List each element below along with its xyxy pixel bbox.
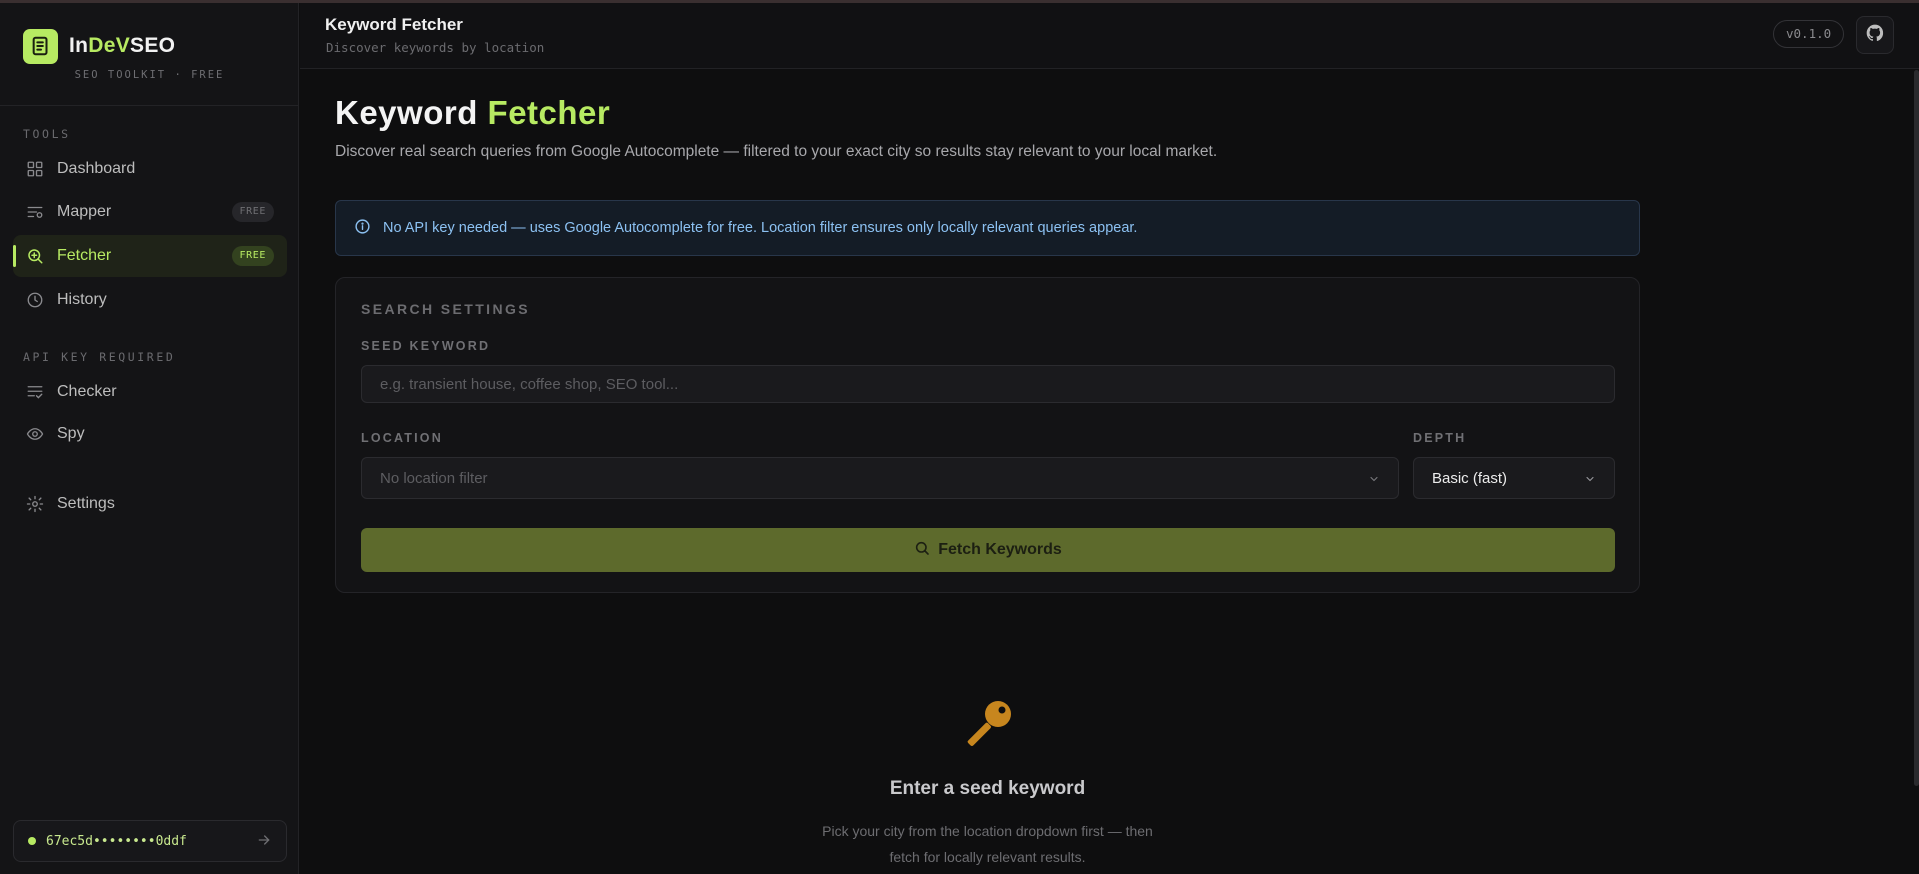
eye-icon — [25, 424, 45, 444]
location-label: LOCATION — [361, 431, 443, 445]
empty-state-description: Pick your city from the location dropdow… — [0, 818, 1919, 870]
empty-state-line: fetch for locally relevant results. — [889, 849, 1086, 865]
fetch-button-label: Fetch Keywords — [938, 541, 1062, 558]
free-badge: FREE — [231, 246, 274, 266]
fetch-keywords-button[interactable]: Fetch Keywords — [361, 528, 1615, 572]
depth-select[interactable]: Basic (fast) — [1413, 457, 1615, 499]
main-content: Keyword Fetcher Discover real search que… — [300, 70, 1919, 874]
location-select[interactable]: No location filter — [361, 457, 1399, 499]
sidebar-item-checker[interactable]: Checker — [13, 371, 287, 413]
scrollbar[interactable] — [1914, 70, 1919, 786]
sidebar-divider — [0, 105, 299, 106]
empty-state-line: Pick your city from the location dropdow… — [822, 823, 1153, 839]
empty-state-title: Enter a seed keyword — [889, 778, 1086, 799]
header-title: Keyword Fetcher — [325, 15, 463, 34]
version-badge: v0.1.0 — [1773, 20, 1845, 48]
info-text: No API key needed — uses Google Autocomp… — [383, 220, 1138, 236]
sidebar-item-label: Spy — [57, 425, 85, 442]
seed-keyword-placeholder: e.g. transient house, coffee shop, SEO t… — [380, 375, 679, 393]
search-icon — [914, 540, 930, 561]
sidebar: InDeVSEO SEO TOOLKIT · FREE TOOLS Dashbo… — [0, 3, 299, 874]
chevron-down-icon — [1584, 472, 1596, 489]
list-icon — [25, 202, 45, 222]
search-settings-card: SEARCH SETTINGS SEED KEYWORD e.g. transi… — [335, 277, 1640, 593]
sidebar-item-label: Mapper — [57, 203, 112, 220]
seed-keyword-label: SEED KEYWORD — [361, 339, 491, 353]
brand-name: InDeVSEO — [69, 34, 176, 57]
seed-keyword-input[interactable]: e.g. transient house, coffee shop, SEO t… — [361, 365, 1615, 403]
grid-icon — [25, 159, 45, 179]
sidebar-item-fetcher[interactable]: Fetcher FREE — [13, 235, 287, 277]
card-title: SEARCH SETTINGS — [361, 301, 531, 317]
sidebar-item-settings[interactable]: Settings — [13, 483, 287, 525]
section-label-api: API KEY REQUIRED — [23, 350, 176, 364]
free-badge: FREE — [231, 202, 274, 222]
location-select-value: No location filter — [380, 469, 488, 487]
section-label-tools: TOOLS — [23, 127, 71, 141]
key-icon — [962, 697, 1022, 757]
sidebar-item-label: Dashboard — [57, 160, 136, 177]
github-icon — [1865, 23, 1885, 48]
list-check-icon — [25, 382, 45, 402]
page-description: Discover real search queries from Google… — [335, 143, 1218, 160]
info-banner: No API key needed — uses Google Autocomp… — [335, 200, 1640, 256]
chevron-down-icon — [1368, 472, 1380, 489]
sidebar-item-label: History — [57, 291, 107, 308]
sidebar-item-label: Settings — [57, 495, 115, 512]
github-button[interactable] — [1856, 16, 1894, 54]
search-plus-icon — [25, 246, 45, 266]
sidebar-item-spy[interactable]: Spy — [13, 413, 287, 455]
brand-tagline: SEO TOOLKIT · FREE — [74, 69, 225, 81]
page-title: Keyword Fetcher — [335, 94, 611, 131]
gear-icon — [25, 494, 45, 514]
sidebar-item-label: Checker — [57, 383, 117, 400]
sidebar-item-label: Fetcher — [57, 247, 112, 264]
sidebar-item-dashboard[interactable]: Dashboard — [13, 148, 287, 190]
depth-select-value: Basic (fast) — [1432, 469, 1508, 487]
info-icon — [354, 218, 371, 239]
header-subtitle: Discover keywords by location — [326, 40, 545, 55]
top-header: Keyword Fetcher Discover keywords by loc… — [300, 3, 1919, 69]
depth-label: DEPTH — [1413, 431, 1467, 445]
sidebar-item-history[interactable]: History — [13, 279, 287, 321]
clock-icon — [25, 290, 45, 310]
brand[interactable]: InDeVSEO — [23, 28, 175, 64]
sidebar-item-mapper[interactable]: Mapper FREE — [13, 191, 287, 233]
document-list-icon — [23, 28, 58, 64]
